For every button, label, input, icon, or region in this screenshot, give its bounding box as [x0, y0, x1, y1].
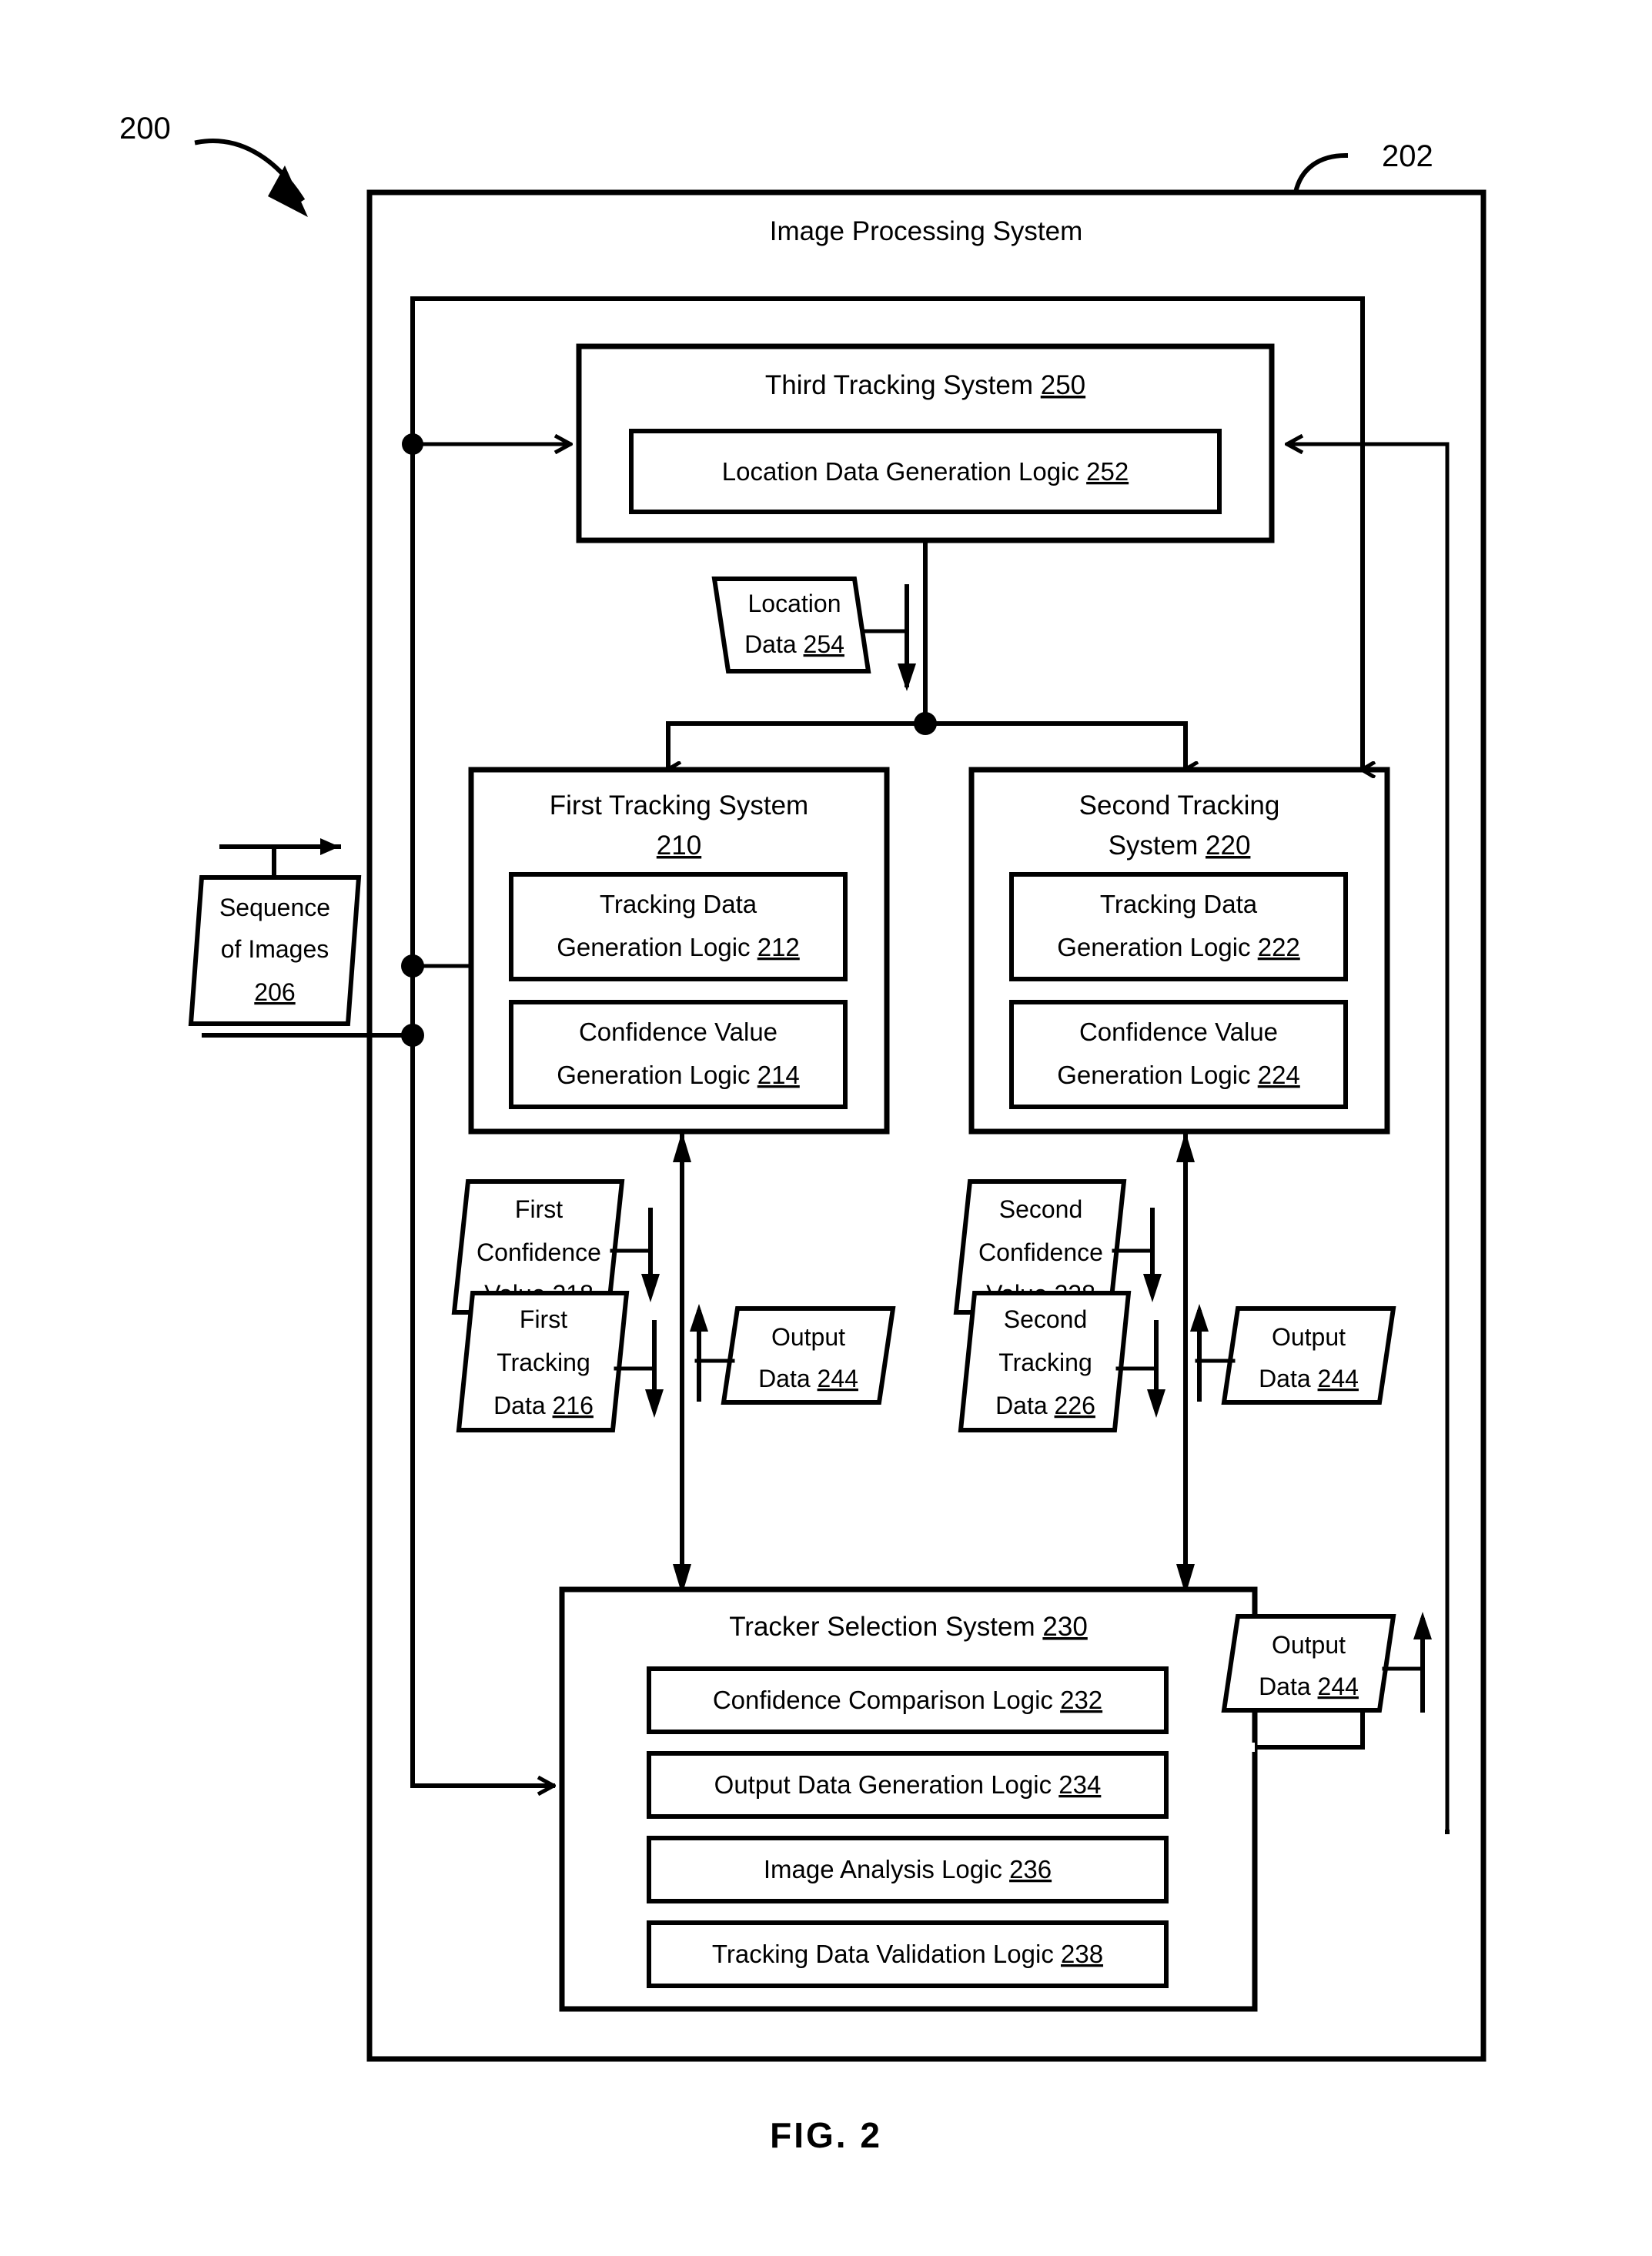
- tracker-selection-system-title: Tracker Selection System 230: [729, 1612, 1088, 1642]
- figure-ref-200: 200: [119, 112, 171, 145]
- location-data-line1: Location: [748, 590, 841, 617]
- second-tracking-system-title-line1: Second Tracking: [1079, 790, 1280, 821]
- first-confidence-value-line2: Confidence: [477, 1238, 601, 1266]
- junction-dot-images-lower: [401, 1024, 424, 1047]
- second-tracking-data-line2: Tracking: [998, 1349, 1092, 1376]
- figure-caption: FIG. 2: [770, 2115, 882, 2155]
- output-data-left-line2: Data 244: [758, 1365, 858, 1392]
- second-tracking-data-generation-logic-line2: Generation Logic 222: [1057, 933, 1300, 961]
- confidence-comparison-logic-label: Confidence Comparison Logic 232: [713, 1686, 1102, 1714]
- output-data-right-line2: Data 244: [1259, 1365, 1359, 1392]
- figure-ref-200-leader: [194, 139, 308, 217]
- tracking-data-validation-logic-label: Tracking Data Validation Logic 238: [712, 1940, 1103, 1968]
- second-confidence-value-generation-logic-line2: Generation Logic 224: [1057, 1061, 1300, 1089]
- second-tracking-system-title-line2: System 220: [1109, 831, 1251, 861]
- diagram-canvas: 200 202 Image Processing System Third Tr…: [119, 112, 1486, 2155]
- second-confidence-value-line1: Second: [999, 1195, 1083, 1223]
- first-tracking-data-line3: Data 216: [493, 1392, 594, 1419]
- second-confidence-value-generation-logic-line1: Confidence Value: [1079, 1018, 1278, 1046]
- location-data-generation-logic-label: Location Data Generation Logic 252: [722, 457, 1129, 486]
- outer-ref-202-leader: [1293, 152, 1349, 196]
- sequence-of-images-line1: Sequence: [219, 894, 330, 921]
- location-data-line2: Data 254: [744, 630, 844, 658]
- outer-ref-202: 202: [1382, 139, 1433, 173]
- image-analysis-logic-label: Image Analysis Logic 236: [764, 1855, 1052, 1883]
- output-data-left-line1: Output: [771, 1323, 845, 1351]
- third-tracking-system-title: Third Tracking System 250: [765, 370, 1085, 400]
- first-confidence-value-generation-logic-line2: Generation Logic 214: [557, 1061, 800, 1089]
- first-confidence-value-generation-logic-line1: Confidence Value: [579, 1018, 778, 1046]
- first-tracking-data-line2: Tracking: [497, 1349, 590, 1376]
- first-tracking-system-ref: 210: [657, 831, 701, 861]
- sequence-of-images-line2: of Images: [221, 935, 329, 963]
- patent-figure: 200 202 Image Processing System Third Tr…: [0, 0, 1652, 2256]
- output-data-right-line1: Output: [1272, 1323, 1346, 1351]
- first-tracking-data-generation-logic-line2: Generation Logic 212: [557, 933, 800, 961]
- output-data-bottom-line1: Output: [1272, 1631, 1346, 1659]
- first-tracking-system-title: First Tracking System: [550, 790, 808, 821]
- first-tracking-data-generation-logic-line1: Tracking Data: [600, 890, 757, 918]
- output-data-bottom-line2: Data 244: [1259, 1673, 1359, 1700]
- second-tracking-data-generation-logic-line1: Tracking Data: [1100, 890, 1258, 918]
- junction-dot-location-split: [914, 712, 937, 735]
- first-confidence-value-line1: First: [515, 1195, 563, 1223]
- image-processing-system-title: Image Processing System: [770, 216, 1083, 246]
- sequence-of-images-ref: 206: [254, 978, 295, 1006]
- second-confidence-value-line2: Confidence: [978, 1238, 1103, 1266]
- second-tracking-data-line1: Second: [1004, 1305, 1088, 1333]
- first-tracking-data-line1: First: [520, 1305, 567, 1333]
- output-data-generation-logic-label: Output Data Generation Logic 234: [714, 1770, 1102, 1799]
- second-tracking-data-line3: Data 226: [995, 1392, 1095, 1419]
